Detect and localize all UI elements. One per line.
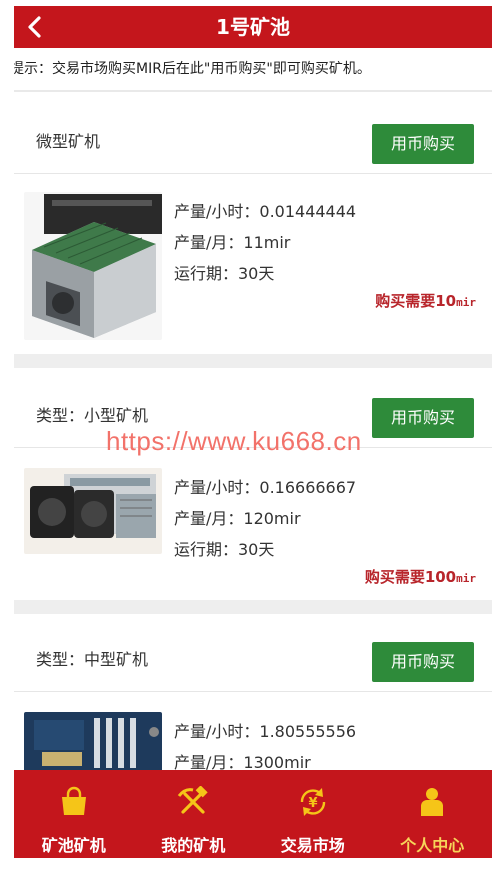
monthly-output: 产量/月：120mir [174,509,301,528]
run-period: 运行期：30天 [174,540,275,559]
price-unit: mir [456,296,476,309]
monthly-output: 产量/月：11mir [174,233,291,252]
card-header: 类型：小型矿机 用币购买 [14,384,492,448]
bottom-tab-bar: 矿池矿机 我的矿机 ¥ 交易市场 个人中心 [14,770,492,858]
price-unit: mir [456,572,476,585]
run-period: 运行期：30天 [174,264,275,283]
miner-image [24,712,162,772]
tab-pool-miners[interactable]: 矿池矿机 [14,770,134,858]
section-gap [14,354,492,368]
section-gap [14,600,492,614]
miner-image [24,192,162,340]
shopping-bag-icon [56,784,92,820]
miner-type-label: 类型：中型矿机 [36,650,149,669]
miner-type-label: 类型：小型矿机 [36,406,149,425]
tab-label: 我的矿机 [161,836,226,855]
card-header: 微型矿机 用币购买 [14,110,492,174]
buy-with-coin-button[interactable]: 用币购买 [372,398,474,438]
miner-info: 产量/小时：0.01444444 产量/月：11mir 运行期：30天 [174,196,356,289]
tab-my-miners[interactable]: 我的矿机 [134,770,254,858]
top-bar: 1号矿池 [14,6,492,48]
miner-info: 产量/小时：0.16666667 产量/月：120mir 运行期：30天 [174,472,356,565]
price-required: 购买需要10mir [375,290,476,311]
page-title: 1号矿池 [216,15,290,39]
price-amount: 购买需要10 [375,292,457,310]
yen-exchange-icon: ¥ [295,784,331,820]
tab-trade-market[interactable]: ¥ 交易市场 [253,770,373,858]
miner-card: 类型：小型矿机 用币购买 产量/小时：0.16666667 产量/月：120mi… [14,384,492,602]
miner-card: 微型矿机 用币购买 产量/小时：0.01444444 产量/月：11mir 运行… [14,110,492,358]
price-required: 购买需要100mir [365,566,476,587]
miner-card: 类型：中型矿机 用币购买 产量/小时：1.80555556 产量/月：1300m… [14,628,492,772]
buy-with-coin-button[interactable]: 用币购买 [372,124,474,164]
tab-label: 矿池矿机 [41,836,106,855]
svg-text:¥: ¥ [308,796,317,811]
person-icon [414,784,450,820]
notice-text: 提示：交易市场购买MIR后在此"用币购买"即可购买矿机。 [14,61,371,77]
hourly-output: 产量/小时：0.16666667 [174,478,357,497]
miner-type-label: 微型矿机 [36,132,101,151]
divider [14,90,492,92]
tab-personal-center[interactable]: 个人中心 [373,770,493,858]
app-frame: 1号矿池 提示：交易市场购买MIR后在此"用币购买"即可购买矿机。 微型矿机 用… [14,6,492,858]
pickaxe-hammer-icon [175,784,211,820]
buy-with-coin-button[interactable]: 用币购买 [372,642,474,682]
card-header: 类型：中型矿机 用币购买 [14,628,492,692]
tab-label: 交易市场 [280,836,345,855]
hourly-output: 产量/小时：0.01444444 [174,202,357,221]
miner-image [24,468,162,554]
tab-label: 个人中心 [400,836,465,855]
price-amount: 购买需要100 [364,568,457,586]
miner-info: 产量/小时：1.80555556 产量/月：1300mir [174,716,356,778]
hourly-output: 产量/小时：1.80555556 [174,722,357,741]
